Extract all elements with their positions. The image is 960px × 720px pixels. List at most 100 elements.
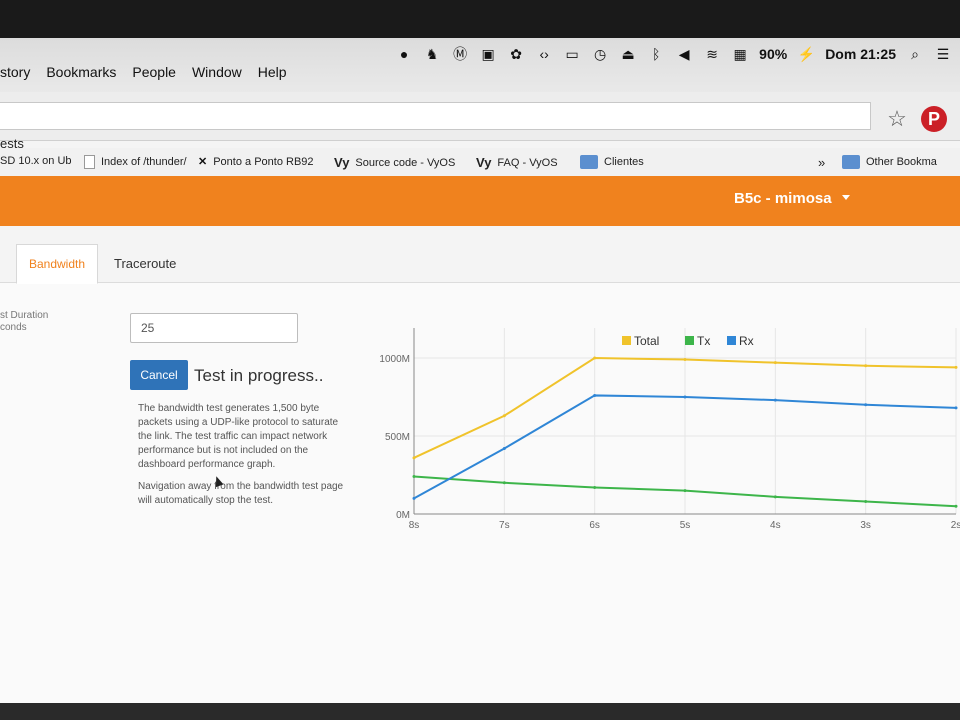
- data-point-rx: [593, 393, 597, 397]
- data-point-rx: [773, 398, 777, 402]
- page-icon: [84, 155, 95, 169]
- input-flag-icon[interactable]: ▦: [731, 45, 749, 63]
- caret-down-icon[interactable]: [842, 195, 850, 200]
- battery-percent[interactable]: 90%: [759, 46, 787, 62]
- evernote-icon[interactable]: ♞: [423, 45, 441, 63]
- other-bookmarks-label: Other Bookma: [866, 156, 937, 168]
- app-menus: story Bookmarks People Window Help: [0, 64, 287, 80]
- drive-icon[interactable]: ▣: [479, 45, 497, 63]
- menu-window[interactable]: Window: [192, 64, 242, 80]
- data-point-total: [593, 356, 597, 360]
- menu-help[interactable]: Help: [258, 64, 287, 80]
- test-status-text: Test in progress..: [194, 366, 324, 385]
- volume-icon[interactable]: ◀: [675, 45, 693, 63]
- menu-bookmarks[interactable]: Bookmarks: [46, 64, 116, 80]
- folder-icon: [580, 155, 598, 169]
- legend-swatch-total: [622, 336, 631, 345]
- code-icon[interactable]: ‹›: [535, 45, 553, 63]
- data-point-rx: [683, 395, 687, 399]
- menu-history[interactable]: story: [0, 64, 30, 80]
- data-point-tx: [864, 500, 868, 504]
- notification-center-icon[interactable]: ☰: [934, 45, 952, 63]
- menu-people[interactable]: People: [132, 64, 176, 80]
- browser-toolbar: [0, 92, 960, 141]
- x-tick-label: 8s: [409, 520, 420, 531]
- bookmark-item[interactable]: Index of /thunder/: [84, 155, 187, 169]
- data-point-rx: [502, 446, 506, 450]
- duration-label-line1: st Duration: [0, 310, 49, 321]
- skype-icon[interactable]: ●: [395, 45, 413, 63]
- bookmark-item[interactable]: ✕ Ponto a Ponto RB92: [198, 155, 314, 169]
- bluetooth-icon[interactable]: ᛒ: [647, 45, 665, 63]
- data-point-tx: [502, 481, 506, 485]
- vyos-icon: Vy: [334, 155, 350, 170]
- spotlight-icon[interactable]: ⌕: [906, 45, 924, 63]
- address-bar[interactable]: [0, 102, 871, 130]
- tab-traceroute[interactable]: Traceroute: [114, 256, 176, 271]
- cancel-button[interactable]: Cancel: [130, 360, 188, 390]
- bookmark-label: Index of /thunder/: [101, 156, 187, 168]
- x-tick-label: 4s: [770, 520, 781, 531]
- legend-label-total: Total: [634, 334, 659, 348]
- data-point-total: [864, 364, 868, 368]
- data-point-tx: [954, 504, 958, 508]
- bandwidth-chart: 0M 500M 1000M 8s 7s 6s 5s 4s 3s 2s Total Tx Rx: [350, 318, 960, 578]
- legend-swatch-rx: [727, 336, 736, 345]
- data-point-tx: [683, 489, 687, 493]
- legend-label-rx: Rx: [739, 334, 754, 348]
- legend-label-tx: Tx: [697, 334, 710, 348]
- data-point-total: [502, 414, 506, 418]
- data-point-total: [773, 361, 777, 365]
- mac-menubar: story Bookmarks People Window Help ● ♞ Ⓜ…: [0, 0, 960, 92]
- bookmark-star-icon[interactable]: ☆: [884, 106, 910, 132]
- data-point-tx: [593, 485, 597, 489]
- bookmark-label: FAQ - VyOS: [497, 156, 558, 169]
- data-point-total: [683, 358, 687, 362]
- eject-icon[interactable]: ⏏: [619, 45, 637, 63]
- clock[interactable]: Dom 21:25: [825, 46, 896, 62]
- navigation-note: Navigation away from the bandwidth test …: [138, 481, 344, 506]
- bottom-bezel: [0, 703, 960, 720]
- test-duration-label: st Duration conds: [0, 310, 48, 334]
- battery-icon[interactable]: ⚡: [797, 45, 815, 63]
- data-point-rx: [864, 403, 868, 407]
- chart-svg: 0M500M1000M8s 7s 6s 5s 4s 3s 2sTotal Tx Rx: [379, 328, 960, 531]
- data-point-rx: [954, 406, 958, 410]
- wifi-icon[interactable]: ≋: [703, 45, 721, 63]
- x-tick-label: 3s: [860, 520, 871, 531]
- time-machine-icon[interactable]: ◷: [591, 45, 609, 63]
- bookmark-label: Ponto a Ponto RB92: [213, 155, 314, 168]
- duration-label-line2: conds: [0, 322, 27, 333]
- pinterest-icon[interactable]: P: [921, 106, 947, 132]
- bookmarks-bar: SD 10.x on Ub Index of /thunder/ ✕ Ponto…: [0, 148, 960, 177]
- bookmarks-overflow[interactable]: »: [818, 155, 825, 170]
- data-point-rx: [412, 496, 416, 500]
- data-point-total: [412, 456, 416, 460]
- y-tick-label: 500M: [385, 432, 410, 443]
- bookmark-label: Clientes: [604, 156, 644, 168]
- bookmark-label: Source code - VyOS: [355, 156, 456, 169]
- other-bookmarks[interactable]: Other Bookma: [842, 155, 937, 169]
- folder-icon: [842, 155, 860, 169]
- bookmark-folder[interactable]: Clientes: [580, 155, 644, 169]
- extension-icon[interactable]: ✿: [507, 45, 525, 63]
- x-tick-label: 7s: [499, 520, 510, 531]
- status-area: ● ♞ Ⓜ ▣ ✿ ‹› ▭ ◷ ⏏ ᛒ ◀ ≋ ▦ 90% ⚡ Dom 21:…: [395, 38, 952, 70]
- bookmark-label: SD 10.x on Ub: [0, 155, 72, 167]
- tab-bandwidth[interactable]: Bandwidth: [16, 244, 98, 284]
- x-tick-label: 5s: [680, 520, 691, 531]
- test-duration-input[interactable]: 25: [130, 313, 298, 343]
- app-m-icon[interactable]: Ⓜ: [451, 45, 469, 63]
- data-point-total: [954, 365, 958, 369]
- x-tick-label: 2s: [951, 520, 960, 531]
- mikrotik-icon: ✕: [198, 156, 208, 168]
- bandwidth-description: The bandwidth test generates 1,500 byte …: [138, 403, 339, 470]
- bookmark-item[interactable]: SD 10.x on Ub: [0, 155, 72, 167]
- display-icon[interactable]: ▭: [563, 45, 581, 63]
- device-selector[interactable]: B5c - mimosa: [734, 190, 832, 207]
- vyos-icon: Vy: [476, 155, 492, 170]
- bookmark-item[interactable]: Vy FAQ - VyOS: [476, 155, 558, 170]
- legend-swatch-tx: [685, 336, 694, 345]
- y-tick-label: 1000M: [379, 354, 410, 365]
- bookmark-item[interactable]: Vy Source code - VyOS: [334, 155, 455, 170]
